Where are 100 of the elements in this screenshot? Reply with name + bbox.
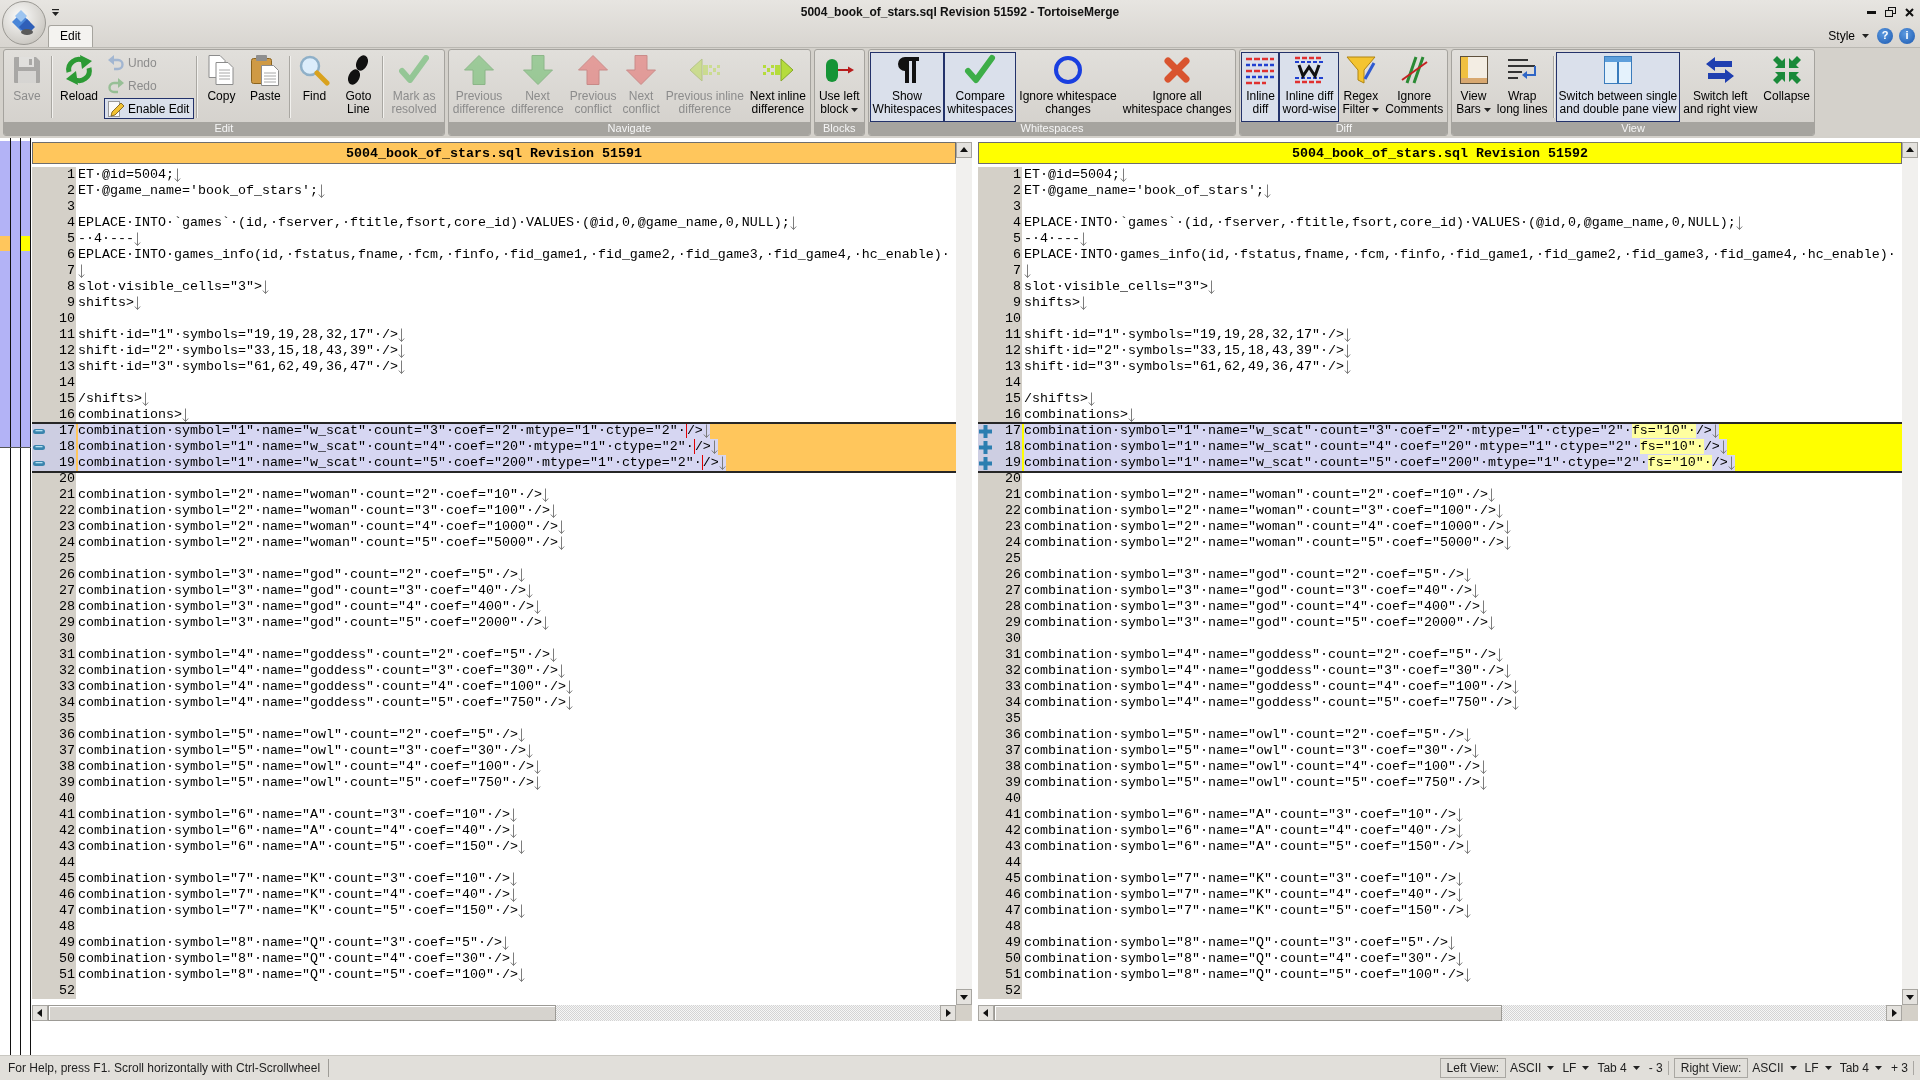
pane-layout-button[interactable]: Switch between single and double pane view <box>1555 52 1681 122</box>
line-number: 23 <box>1004 519 1022 535</box>
restore-icon[interactable] <box>1885 7 1896 17</box>
regex-filter-button[interactable]: Regex Filter <box>1339 52 1383 122</box>
line-number: 27 <box>58 583 76 599</box>
line-number: 12 <box>58 343 76 359</box>
scrollbar-thumb[interactable] <box>48 1005 557 1021</box>
view-bars-button[interactable]: View Bars <box>1453 52 1494 122</box>
scrollbar-thumb[interactable] <box>994 1005 1503 1021</box>
inline-diff-button[interactable]: Inline diff <box>1241 52 1280 122</box>
paste-button[interactable]: Paste <box>243 52 288 122</box>
line-number: 51 <box>58 967 76 983</box>
minimize-icon[interactable] <box>1867 10 1876 14</box>
code-line: combination·symbol="8"·name="Q"·count="3"·coef="5"·/> <box>1024 935 1448 951</box>
copy-button[interactable]: Copy <box>199 52 244 122</box>
up-arrow-icon <box>463 54 495 86</box>
file-header: 5004_book_of_stars.sql Revision 51591 <box>32 142 956 164</box>
scroll-down-icon[interactable] <box>1902 989 1918 1005</box>
horizontal-scrollbar[interactable] <box>978 1005 1902 1021</box>
caret-icon <box>1372 107 1380 112</box>
line-number: 9 <box>66 295 76 311</box>
two-columns-icon <box>1601 54 1634 86</box>
vertical-scrollbar[interactable] <box>956 142 972 1005</box>
line-number: 48 <box>58 919 76 935</box>
encoding-dropdown[interactable]: ASCII <box>1748 1061 1801 1075</box>
line-number: 25 <box>1004 551 1022 567</box>
caret-icon <box>1547 1066 1555 1070</box>
line-number: 24 <box>1004 535 1022 551</box>
scroll-left-icon[interactable] <box>978 1005 994 1021</box>
line-ending-dropdown[interactable]: LF <box>1558 1061 1594 1075</box>
line-number: 32 <box>1004 663 1022 679</box>
code-line: combination·symbol="7"·name="K"·count="4"·coef="40"·/> <box>78 887 510 903</box>
scroll-right-icon[interactable] <box>940 1005 956 1021</box>
line-number: 20 <box>58 471 76 487</box>
line-number: 16 <box>1004 407 1022 423</box>
encoding-dropdown[interactable]: ASCII <box>1506 1061 1559 1075</box>
scroll-right-icon[interactable] <box>1886 1005 1902 1021</box>
customize-icon[interactable] <box>52 8 59 16</box>
line-number: 52 <box>1004 983 1022 999</box>
line-number: 14 <box>1004 375 1022 391</box>
caret-icon <box>1875 1066 1882 1070</box>
pencil-icon <box>108 100 125 117</box>
ignore-whitespace-button[interactable]: Ignore whitespace changes <box>1016 52 1120 122</box>
tab-size-dropdown[interactable]: Tab 4 <box>1835 1061 1886 1075</box>
code-line: combination·symbol="2"·name="woman"·count="4"·coef="1000"·/> <box>1024 519 1504 535</box>
line-number: 37 <box>58 743 76 759</box>
line-number: 2 <box>66 183 76 199</box>
code-line: shift·id="3"·symbols="61,62,49,36,47"·/> <box>1024 359 1344 375</box>
compare-whitespaces-button[interactable]: Compare whitespaces <box>944 52 1017 122</box>
collapse-button[interactable]: Collapse <box>1760 52 1814 122</box>
line-number: 6 <box>1012 247 1022 263</box>
diff-locator-map[interactable] <box>0 138 31 1055</box>
app-menu-icon[interactable] <box>2 1 46 45</box>
line-number: 22 <box>1004 503 1022 519</box>
line-number: 4 <box>1012 215 1022 231</box>
code-line: combination·symbol="3"·name="god"·count="3"·coef="40"·/> <box>1024 583 1472 599</box>
code-line: ET·@id=5004; <box>1024 167 1120 183</box>
horizontal-scrollbar[interactable] <box>32 1005 956 1021</box>
code-line: combination·symbol="5"·name="owl"·count="3"·coef="30"·/> <box>1024 743 1472 759</box>
wrap-lines-button[interactable]: Wrap long lines <box>1493 52 1551 122</box>
caret-icon <box>1789 1066 1797 1070</box>
goto-line-button[interactable]: Goto Line <box>336 52 381 122</box>
tab-size-dropdown[interactable]: Tab 4 <box>1593 1061 1644 1075</box>
use-left-block-button[interactable]: Use left block <box>815 52 863 122</box>
code-line: EPLACE·INTO·`games`·(id,·fserver,·ftitle,fsort,core_id)·VALUES·(@id,0,@game_name,0,NULL); <box>1024 215 1736 231</box>
next-inline-difference-button[interactable]: Next inline difference <box>746 52 809 122</box>
enable-edit-button[interactable]: Enable Edit <box>104 98 195 119</box>
word-diff-button[interactable]: Inline diff word-wise <box>1279 52 1340 122</box>
swap-views-button[interactable]: Switch left and right view <box>1680 52 1761 122</box>
code-line: ET·@game_name='book_of_stars'; <box>1024 183 1264 199</box>
scroll-up-icon[interactable] <box>1902 142 1918 158</box>
line-number: 5 <box>1012 231 1022 247</box>
scroll-down-icon[interactable] <box>956 989 972 1005</box>
line-number: 18 <box>1004 439 1022 455</box>
code-line: combination·symbol="3"·name="god"·count="4"·coef="400"·/> <box>1024 599 1480 615</box>
code-line: combination·symbol="6"·name="A"·count="5"·coef="150"·/> <box>1024 839 1464 855</box>
ribbon-tab[interactable]: Edit <box>48 25 93 47</box>
code-line: combination·symbol="3"·name="god"·count="3"·coef="40"·/> <box>78 583 526 599</box>
vertical-scrollbar[interactable] <box>1902 142 1918 1005</box>
show-whitespaces-button[interactable]: Show Whitespaces <box>869 52 945 122</box>
line-number: 36 <box>1004 727 1022 743</box>
code-line: slot·visible_cells="3"> <box>1024 279 1208 295</box>
style-menu-button[interactable]: Style <box>1826 28 1871 43</box>
close-icon[interactable] <box>1905 7 1914 17</box>
scroll-up-icon[interactable] <box>956 142 972 158</box>
scroll-left-icon[interactable] <box>32 1005 48 1021</box>
code-line: /shifts> <box>78 391 142 407</box>
reload-button[interactable]: Reload <box>54 52 105 122</box>
code-line: -·4·--- <box>78 231 134 247</box>
line-number: 45 <box>58 871 76 887</box>
code-line: combination·symbol="5"·name="owl"·count="3"·coef="30"·/> <box>78 743 526 759</box>
change-count: + 3 <box>1886 1061 1914 1075</box>
ignore-all-whitespace-button[interactable]: Ignore all whitespace changes <box>1119 52 1235 122</box>
find-button[interactable]: Find <box>292 52 337 122</box>
ignore-comments-button[interactable]: Ignore Comments <box>1382 52 1447 122</box>
line-number: 34 <box>58 695 76 711</box>
line-ending-dropdown[interactable]: LF <box>1800 1061 1836 1075</box>
code-line: combination·symbol="4"·name="goddess"·count="4"·coef="100"·/> <box>1024 679 1512 695</box>
line-number: 11 <box>58 327 76 343</box>
line-number: 52 <box>58 983 76 999</box>
